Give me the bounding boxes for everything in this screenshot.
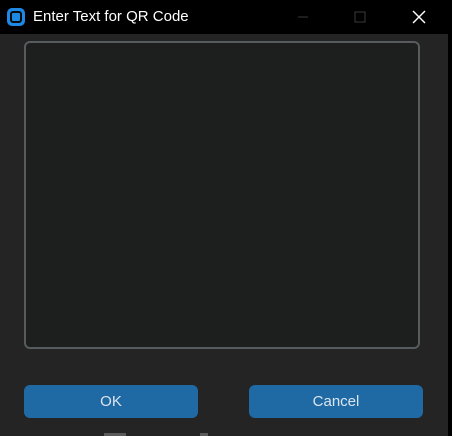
window-edge xyxy=(448,0,452,436)
dialog-window: Enter Text for QR Code OK Cancel xyxy=(0,0,448,436)
app-logo-icon-inner xyxy=(10,11,22,23)
minimize-button[interactable] xyxy=(280,0,326,34)
minimize-icon xyxy=(298,16,308,18)
window-title: Enter Text for QR Code xyxy=(33,8,189,25)
close-button[interactable] xyxy=(396,0,442,34)
close-icon xyxy=(412,10,426,24)
qr-text-input[interactable] xyxy=(24,41,420,349)
title-bar[interactable]: Enter Text for QR Code xyxy=(0,0,448,34)
ok-button[interactable]: OK xyxy=(24,385,198,418)
cancel-button[interactable]: Cancel xyxy=(249,385,423,418)
maximize-button[interactable] xyxy=(337,0,383,34)
app-logo-icon xyxy=(7,8,25,26)
maximize-icon xyxy=(354,11,366,23)
